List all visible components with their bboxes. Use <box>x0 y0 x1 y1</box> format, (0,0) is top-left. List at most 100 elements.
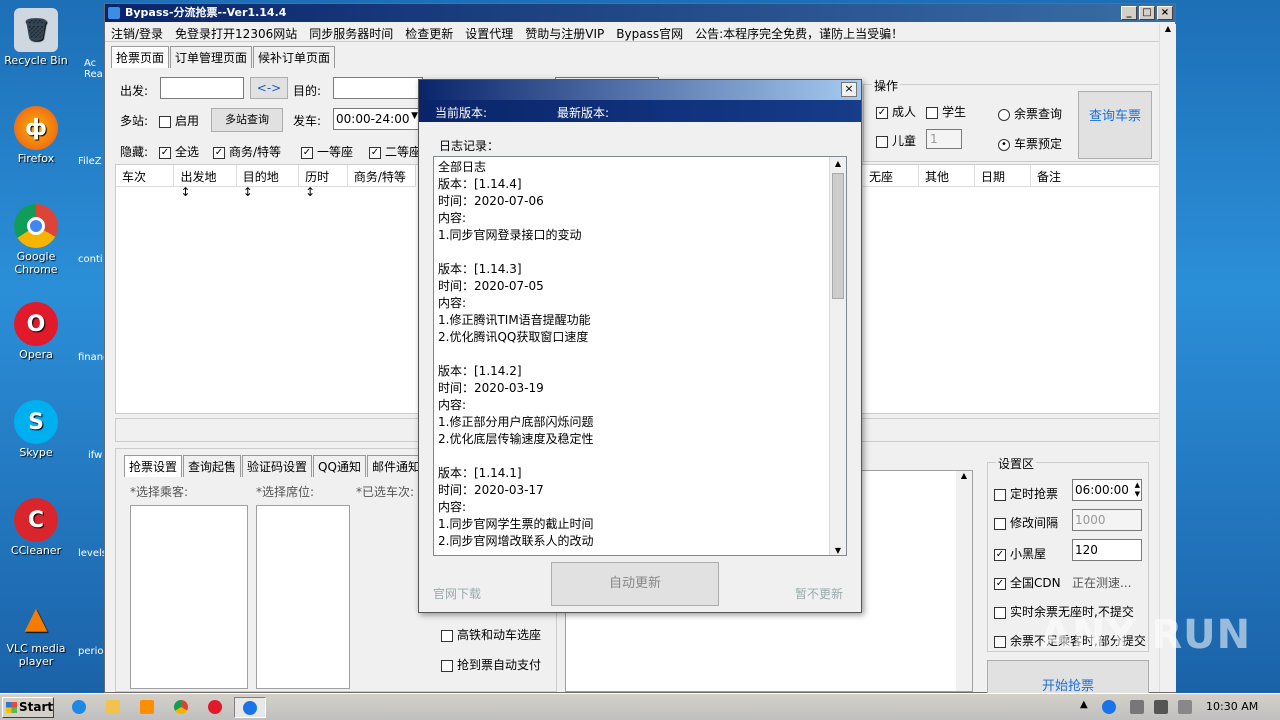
window-titlebar[interactable]: Bypass-分流抢票--Ver1.14.4 _ □ × <box>105 4 1175 22</box>
interval-value-stepper[interactable]: 1000 <box>1072 509 1142 531</box>
hide-all-checkbox[interactable]: ✓ 全选 <box>159 143 199 160</box>
tab-email-notify[interactable]: 邮件通知 <box>366 455 425 477</box>
seat-select-checkbox[interactable]: 高铁和动车选座 <box>441 626 541 643</box>
desktop-icon-opera[interactable]: O Opera <box>0 302 72 361</box>
changelog-scrollbar[interactable]: ▲ ▼ <box>829 157 846 555</box>
opera-taskbar-icon[interactable] <box>208 700 222 714</box>
close-button[interactable]: × <box>1157 6 1173 20</box>
bypass-app-icon <box>243 701 257 715</box>
scroll-thumb[interactable] <box>832 173 844 299</box>
hide-second-checkbox[interactable]: ✓ 二等座 <box>369 143 421 160</box>
seat-list[interactable] <box>256 505 350 689</box>
timed-value-stepper[interactable]: 06:00:00 ▲ ▼ <box>1072 479 1142 501</box>
col-business[interactable]: 商务/特等 <box>348 165 417 186</box>
speaker-icon[interactable] <box>1130 700 1144 714</box>
col-date[interactable]: 日期 <box>975 165 1031 186</box>
changelog-line: 1.修正部分用户底部闪烁问题 <box>438 415 594 429</box>
multi-station-label: 多站: <box>120 114 149 128</box>
passenger-list[interactable] <box>130 505 248 689</box>
col-remark[interactable]: 备注 <box>1031 165 1159 186</box>
tab-captcha[interactable]: 验证码设置 <box>242 455 313 477</box>
col-other[interactable]: 其他 <box>919 165 975 186</box>
desktop-icon-ccleaner[interactable]: C CCleaner <box>0 498 72 557</box>
swap-button[interactable]: <-> <box>250 77 288 99</box>
minimize-button[interactable]: _ <box>1121 6 1137 20</box>
remaining-query-label: 余票查询 <box>1014 107 1063 121</box>
interval-label: 修改间隔 <box>1010 516 1059 530</box>
col-from[interactable]: 出发地 ↕ <box>174 165 237 199</box>
maximize-button[interactable]: □ <box>1139 6 1155 20</box>
window-scrollbar[interactable]: ▲ <box>1159 24 1176 692</box>
chrome-taskbar-icon[interactable] <box>174 700 188 714</box>
media-player-icon[interactable] <box>140 700 154 714</box>
desktop-icon-vlc[interactable]: ▲ VLC media player <box>0 596 72 668</box>
student-checkbox[interactable]: 学生 <box>926 103 966 120</box>
menu-website[interactable]: Bypass官网 <box>610 22 689 41</box>
explorer-icon[interactable] <box>106 700 120 714</box>
cdn-checkbox[interactable]: ✓ 全国CDN <box>994 574 1061 591</box>
dialog-titlebar[interactable]: × <box>419 80 861 100</box>
col-no-seat[interactable]: 无座 <box>863 165 919 186</box>
menu-sync-time[interactable]: 同步服务器时间 <box>303 22 399 41</box>
interval-checkbox[interactable]: 修改间隔 <box>994 514 1058 531</box>
ie-icon[interactable] <box>72 700 86 714</box>
skip-update-link[interactable]: 暂不更新 <box>795 585 843 602</box>
tab-waitlist-orders[interactable]: 候补订单页面 <box>253 46 336 68</box>
desktop-icon-label: VLC media player <box>6 642 66 668</box>
to-input[interactable] <box>333 77 423 99</box>
tab-grab-settings[interactable]: 抢票设置 <box>124 455 183 477</box>
desktop-icon-chrome[interactable]: Google Chrome <box>0 204 72 276</box>
tab-query-sale[interactable]: 查询起售 <box>183 455 242 477</box>
skype-icon: S <box>14 400 58 444</box>
desktop-icon-recycle-bin[interactable]: 🗑 Recycle Bin <box>0 8 72 67</box>
timed-checkbox[interactable]: 定时抢票 <box>994 485 1058 502</box>
menu-sponsor[interactable]: 赞助与注册VIP <box>519 22 610 41</box>
menu-notice[interactable]: 公告:本程序完全免费，谨防上当受骗！ <box>689 22 909 41</box>
col-train[interactable]: 车次 <box>116 165 175 186</box>
menu-logout-login[interactable]: 注销/登录 <box>105 22 169 41</box>
dialog-close-button[interactable]: × <box>841 82 857 97</box>
clock[interactable]: 10:30 AM <box>1206 700 1258 713</box>
from-input[interactable] <box>160 77 244 99</box>
child-count-stepper[interactable]: 1 <box>926 129 962 149</box>
multi-query-button[interactable]: 多站查询 <box>211 108 283 132</box>
changelog-line: 1.同步官网学生票的截止时间 <box>438 517 594 531</box>
flag-icon[interactable] <box>1178 700 1192 714</box>
hide-business-checkbox[interactable]: ✓ 商务/特等 <box>213 143 281 160</box>
auto-update-button[interactable]: 自动更新 <box>551 562 719 606</box>
tray-arrow-icon[interactable]: ▲ <box>1080 699 1094 713</box>
depart-time-select[interactable]: 00:00-24:00 ▼ <box>333 108 421 130</box>
main-tabs: 抢票页面 订单管理页面 候补订单页面 <box>111 46 1175 68</box>
timed-label: 定时抢票 <box>1010 487 1059 501</box>
menu-open-12306[interactable]: 免登录打开12306网站 <box>169 22 303 41</box>
tray-app-icon[interactable] <box>1102 700 1116 714</box>
menu-check-update[interactable]: 检查更新 <box>399 22 459 41</box>
cdn-status: 正在测速... <box>1072 576 1132 590</box>
col-duration[interactable]: 历时 ↕ <box>299 165 348 199</box>
desktop-icon-skype[interactable]: S Skype <box>0 400 72 459</box>
network-icon[interactable] <box>1154 700 1168 714</box>
child-checkbox[interactable]: 儿童 <box>876 132 916 149</box>
adult-checkbox[interactable]: ✓ 成人 <box>876 103 916 120</box>
start-button[interactable]: Start <box>2 697 54 718</box>
enable-multi-checkbox[interactable]: 启用 <box>159 112 199 129</box>
menu-proxy[interactable]: 设置代理 <box>459 22 519 41</box>
blacklist-value-stepper[interactable]: 120 <box>1072 539 1142 561</box>
col-to[interactable]: 目的地 ↕ <box>237 165 300 199</box>
tab-order-management[interactable]: 订单管理页面 <box>170 46 253 68</box>
bypass-taskbar-button[interactable] <box>234 697 266 718</box>
changelog-box[interactable]: 全部日志 版本：[1.14.4] 时间：2020-07-06 内容: 1.同步官网登录接… <box>433 156 847 556</box>
menu-bar: 注销/登录 免登录打开12306网站 同步服务器时间 检查更新 设置代理 赞助与… <box>105 22 1175 42</box>
auto-pay-checkbox[interactable]: 抢到票自动支付 <box>441 656 541 673</box>
desktop-icon-firefox[interactable]: ф Firefox <box>0 106 72 165</box>
tab-qq-notify[interactable]: QQ通知 <box>313 455 366 477</box>
official-download-link[interactable]: 官网下载 <box>433 585 481 602</box>
start-grab-button[interactable]: 开始抢票 <box>987 660 1149 694</box>
blacklist-checkbox[interactable]: ✓ 小黑屋 <box>994 545 1046 562</box>
hide-first-checkbox[interactable]: ✓ 一等座 <box>301 143 353 160</box>
query-tickets-button[interactable]: 查询车票 <box>1078 91 1152 159</box>
remaining-query-radio[interactable]: 余票查询 <box>998 105 1062 122</box>
log-scrollbar[interactable]: ▲ <box>956 471 972 691</box>
ticket-booking-radio[interactable]: • 车票预定 <box>998 135 1062 152</box>
tab-grab-tickets[interactable]: 抢票页面 <box>111 46 170 68</box>
